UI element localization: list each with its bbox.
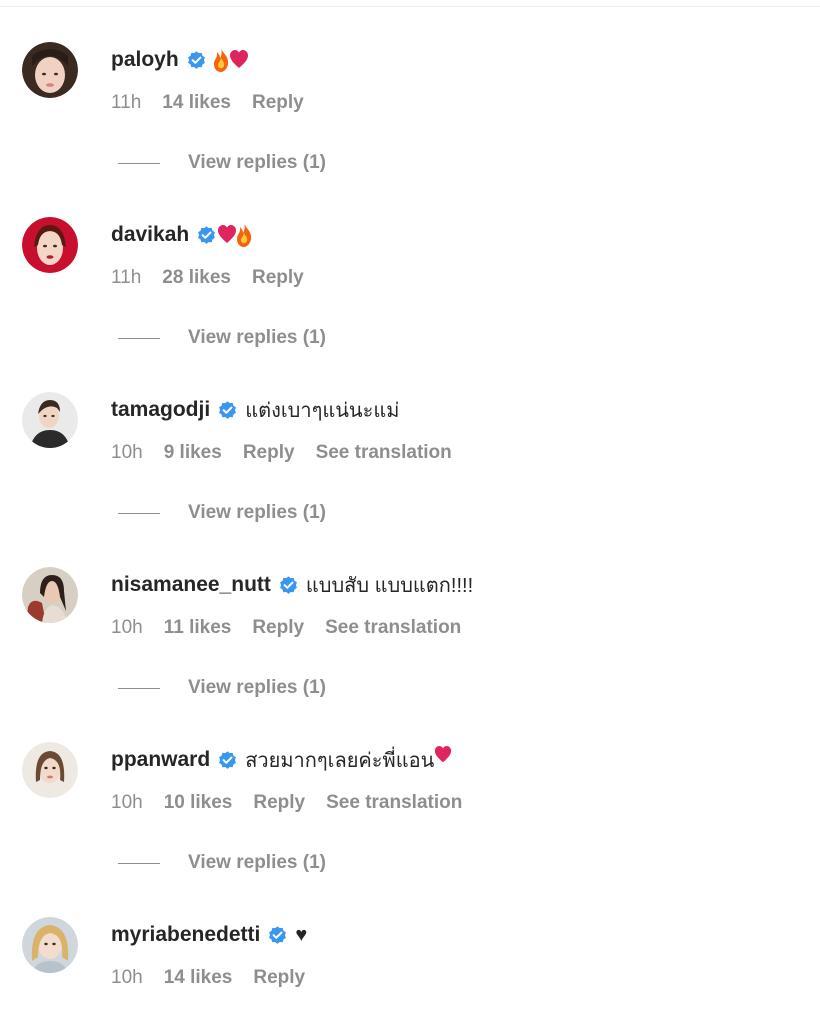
likes-count[interactable]: 10 likes — [164, 792, 233, 814]
view-replies-label: View replies (1) — [188, 852, 326, 873]
verified-badge-icon — [186, 50, 207, 71]
comment-text: ♥ — [295, 923, 308, 946]
comment-item: myriabenedetti ♥ 10h 14 likes Reply — [0, 875, 820, 1014]
fire-emoji-icon — [211, 46, 231, 74]
comment-item: davikah 11h 28 likes Reply View replies … — [0, 175, 820, 350]
likes-count[interactable]: 11 likes — [164, 617, 232, 639]
reply-button[interactable]: Reply — [243, 442, 295, 464]
see-translation-button[interactable]: See translation — [326, 792, 462, 814]
comment-time: 10h — [111, 967, 143, 988]
verified-badge-icon — [267, 925, 288, 946]
comments-page: paloyh 11h 14 likes Reply View replies (… — [0, 0, 820, 1014]
comment-meta: 10h 10 likes Reply See translation — [111, 790, 483, 816]
verified-badge-icon — [217, 400, 238, 421]
view-replies-label: View replies (1) — [188, 677, 326, 698]
comment-text: สวยมากๆเลยค่ะพี่แอน — [245, 750, 435, 772]
view-replies-button[interactable]: View replies (1) — [118, 500, 326, 526]
comment-time: 10h — [111, 792, 143, 813]
comment-meta: 11h 14 likes Reply — [111, 90, 325, 116]
username[interactable]: myriabenedetti — [111, 923, 260, 947]
comment-header: nisamanee_nutt แบบสับ แบบแตก!!!! — [111, 569, 473, 601]
see-translation-button[interactable]: See translation — [316, 442, 452, 464]
view-replies-label: View replies (1) — [188, 502, 326, 523]
username[interactable]: davikah — [111, 223, 189, 247]
comment-meta: 11h 28 likes Reply — [111, 265, 325, 291]
view-replies-button[interactable]: View replies (1) — [118, 850, 326, 876]
likes-count[interactable]: 14 likes — [162, 92, 231, 114]
comment-meta: 10h 11 likes Reply See translation — [111, 615, 482, 641]
comment-header: myriabenedetti ♥ — [111, 919, 307, 951]
replies-dash — [118, 687, 160, 689]
comment-item: paloyh 11h 14 likes Reply View replies (… — [0, 0, 820, 175]
comment-header: tamagodji แต่งเบาๆแน่นะแม่ — [111, 394, 399, 426]
avatar[interactable] — [22, 392, 78, 448]
avatar[interactable] — [22, 567, 78, 623]
fire-emoji-icon — [234, 221, 254, 249]
comment-header: paloyh — [111, 44, 249, 76]
comment-meta: 10h 9 likes Reply See translation — [111, 440, 473, 466]
comment-time: 10h — [111, 442, 143, 463]
see-translation-button[interactable]: See translation — [325, 617, 461, 639]
comment-meta: 10h 14 likes Reply — [111, 965, 326, 991]
reply-button[interactable]: Reply — [252, 617, 304, 639]
avatar[interactable] — [22, 917, 78, 973]
avatar[interactable] — [22, 217, 78, 273]
comment-time: 10h — [111, 617, 143, 638]
avatar[interactable] — [22, 42, 78, 98]
reply-button[interactable]: Reply — [253, 967, 305, 989]
comment-text: แต่งเบาๆแน่นะแม่ — [245, 400, 400, 422]
reply-button[interactable]: Reply — [252, 92, 304, 114]
reply-button[interactable]: Reply — [253, 792, 305, 814]
likes-count[interactable]: 9 likes — [164, 442, 222, 464]
verified-badge-icon — [278, 575, 299, 596]
username[interactable]: tamagodji — [111, 398, 210, 422]
comment-text: แบบสับ แบบแตก!!!! — [305, 575, 474, 597]
replies-dash — [118, 162, 160, 164]
comment-item: nisamanee_nutt แบบสับ แบบแตก!!!! 10h 11 … — [0, 525, 820, 700]
comment-header: davikah — [111, 219, 254, 251]
view-replies-button[interactable]: View replies (1) — [118, 325, 326, 351]
view-replies-label: View replies (1) — [188, 327, 326, 348]
comment-header: ppanward สวยมากๆเลยค่ะพี่แอน — [111, 744, 452, 776]
reply-button[interactable]: Reply — [252, 267, 304, 289]
comment-item: ppanward สวยมากๆเลยค่ะพี่แอน 10h 10 like… — [0, 700, 820, 875]
verified-badge-icon — [196, 225, 217, 246]
view-replies-label: View replies (1) — [188, 152, 326, 173]
comment-time: 11h — [111, 92, 142, 113]
likes-count[interactable]: 14 likes — [164, 967, 233, 989]
replies-dash — [118, 862, 160, 864]
verified-badge-icon — [217, 750, 238, 771]
heart-emoji-icon — [434, 741, 452, 769]
replies-dash — [118, 512, 160, 514]
username[interactable]: ppanward — [111, 748, 210, 772]
view-replies-button[interactable]: View replies (1) — [118, 675, 326, 701]
view-replies-button[interactable]: View replies (1) — [118, 150, 326, 176]
username[interactable]: nisamanee_nutt — [111, 573, 271, 597]
heart-emoji-icon — [229, 46, 249, 74]
avatar[interactable] — [22, 742, 78, 798]
comment-time: 11h — [111, 267, 142, 288]
likes-count[interactable]: 28 likes — [162, 267, 231, 289]
comment-item: tamagodji แต่งเบาๆแน่นะแม่ 10h 9 likes R… — [0, 350, 820, 525]
username[interactable]: paloyh — [111, 48, 179, 72]
replies-dash — [118, 337, 160, 339]
